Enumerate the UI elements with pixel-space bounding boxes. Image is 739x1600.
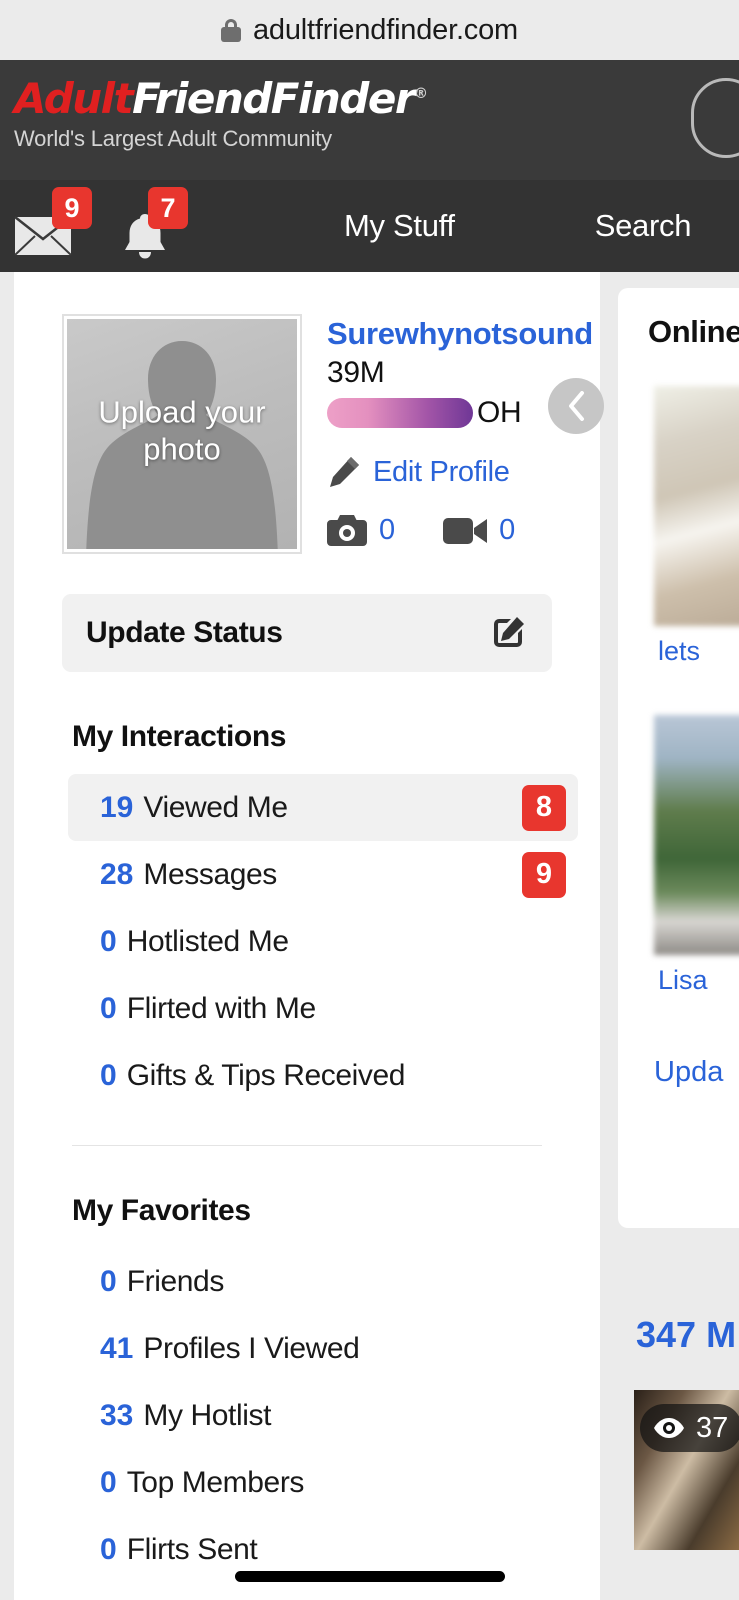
interactions-list: 19 Viewed Me 8 28 Messages 9 0 Hotlisted… (14, 774, 600, 1109)
logo-text-adult: Adult (14, 74, 134, 123)
lock-icon (220, 18, 241, 42)
stat-row-gifts-tips-received[interactable]: 0 Gifts & Tips Received (84, 1042, 578, 1109)
messages-button[interactable]: 9 (0, 180, 96, 272)
stat-label: Flirted with Me (126, 991, 316, 1025)
online-thumbnail-name[interactable]: lets (658, 636, 739, 667)
stat-label: My Hotlist (143, 1398, 272, 1432)
stat-label: Hotlisted Me (126, 924, 289, 958)
stat-row-messages[interactable]: 28 Messages 9 (84, 841, 578, 908)
pencil-icon (330, 457, 359, 487)
profile-panel: Upload your photo Surewhynotsound 39M OH… (14, 272, 600, 1600)
logo-text-friendfinder: FriendFinder (132, 74, 415, 123)
profile-username[interactable]: Surewhynotsound (327, 316, 593, 352)
interactions-title: My Interactions (72, 720, 287, 753)
stat-count: 0 (100, 991, 117, 1025)
stat-label: Flirts Sent (126, 1532, 258, 1566)
view-count: 37 (696, 1411, 729, 1444)
photo-count: 0 (379, 514, 396, 546)
stat-badge: 9 (522, 851, 566, 898)
profile-age-sex: 39M (327, 356, 385, 389)
stat-row-hotlisted-me[interactable]: 0 Hotlisted Me (84, 908, 578, 975)
video-count-item[interactable]: 0 (443, 514, 515, 547)
browser-url-bar[interactable]: adultfriendfinder.com (0, 0, 739, 60)
edit-square-icon (494, 617, 524, 647)
stat-label: Viewed Me (143, 790, 288, 824)
home-indicator (234, 1571, 505, 1582)
stat-row-flirted-with-me[interactable]: 0 Flirted with Me (84, 975, 578, 1042)
stat-label: Top Members (126, 1465, 305, 1499)
online-thumbnail[interactable] (654, 386, 739, 626)
page-body: Upload your photo Surewhynotsound 39M OH… (0, 272, 739, 1600)
registered-mark: ® (414, 86, 428, 102)
video-camera-icon (443, 517, 488, 544)
stat-row-profiles-i-viewed[interactable]: 41 Profiles I Viewed (84, 1315, 578, 1382)
stat-label: Gifts & Tips Received (126, 1058, 406, 1092)
online-now-card: Online lets Lisa Upda (618, 288, 739, 1228)
site-logo[interactable]: AdultFriendFinder® (0, 60, 739, 120)
profile-summary: Upload your photo Surewhynotsound 39M OH… (14, 272, 600, 554)
profile-level-bar (327, 398, 473, 428)
stat-count: 0 (100, 1264, 117, 1298)
stat-badge: 8 (522, 784, 566, 831)
favorites-list: 0 Friends 41 Profiles I Viewed 33 My Hot… (14, 1248, 600, 1583)
nav-item-search[interactable]: Search (595, 208, 692, 244)
main-navbar: 9 7 My Stuff Search (0, 180, 739, 272)
stat-count: 28 (100, 857, 134, 891)
stat-label: Friends (126, 1264, 225, 1298)
profile-media-counts: 0 0 (327, 514, 593, 547)
video-count: 0 (499, 514, 516, 546)
avatar-label: Upload your photo (98, 394, 266, 467)
online-card-link[interactable]: Upda (654, 1056, 739, 1089)
site-header: AdultFriendFinder® World's Largest Adult… (0, 60, 739, 180)
online-thumbnail-name[interactable]: Lisa (658, 965, 739, 996)
stat-row-viewed-me[interactable]: 19 Viewed Me 8 (68, 774, 578, 841)
stat-row-top-members[interactable]: 0 Top Members (84, 1449, 578, 1516)
notifications-badge: 7 (148, 187, 188, 229)
update-status-label: Update Status (86, 616, 283, 649)
stat-label: Profiles I Viewed (143, 1331, 360, 1365)
stat-count: 0 (100, 1058, 117, 1092)
messages-badge: 9 (52, 187, 92, 229)
edit-profile-link[interactable]: Edit Profile (327, 455, 593, 489)
stat-row-my-hotlist[interactable]: 33 My Hotlist (84, 1382, 578, 1449)
collapse-panel-button[interactable] (548, 378, 604, 434)
notifications-button[interactable]: 7 (96, 180, 192, 272)
update-status-button[interactable]: Update Status (62, 594, 552, 672)
stat-row-friends[interactable]: 0 Friends (84, 1248, 578, 1315)
chevron-left-icon (569, 391, 584, 421)
profile-location: OH (477, 396, 522, 429)
stat-label: Messages (143, 857, 277, 891)
stat-count: 0 (100, 1465, 117, 1499)
profile-info: Surewhynotsound 39M OH Edit Profile 0 0 (302, 314, 593, 554)
favorites-title: My Favorites (72, 1194, 251, 1227)
stat-count: 19 (100, 790, 134, 824)
nav-item-my-stuff[interactable]: My Stuff (344, 208, 455, 244)
section-divider (72, 1145, 542, 1146)
feed-label: M (706, 1314, 737, 1355)
stat-count: 0 (100, 1532, 117, 1566)
feed-count: 347 (636, 1314, 697, 1355)
view-count-pill: 37 (640, 1404, 739, 1452)
stat-count: 0 (100, 924, 117, 958)
avatar-upload-button[interactable]: Upload your photo (62, 314, 302, 554)
right-sidebar: Online lets Lisa Upda 347 M 37 (618, 272, 739, 1600)
stat-count: 33 (100, 1398, 134, 1432)
feed-heading: 347 M (636, 1314, 736, 1356)
camera-icon (327, 515, 367, 546)
url-text: adultfriendfinder.com (252, 13, 518, 46)
photo-count-item[interactable]: 0 (327, 514, 395, 547)
stat-count: 41 (100, 1331, 134, 1365)
feed-thumbnail[interactable]: 37 (634, 1390, 739, 1550)
edit-profile-label: Edit Profile (373, 455, 510, 488)
site-tagline: World's Largest Adult Community (14, 126, 332, 151)
online-now-title: Online (648, 314, 739, 349)
online-thumbnail[interactable] (654, 715, 739, 955)
eye-icon (654, 1418, 684, 1438)
